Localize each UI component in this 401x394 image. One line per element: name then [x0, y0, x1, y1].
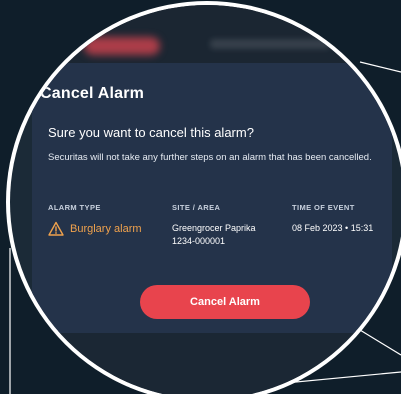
cancel-alarm-dialog: Cancel Alarm Sure you want to cancel thi…	[32, 63, 392, 333]
screenshot-stage: Cancel Alarm Sure you want to cancel thi…	[0, 0, 401, 394]
cancellation-note: Securitas will not take any further step…	[48, 152, 372, 163]
site-area-header: SITE / AREA	[172, 203, 221, 212]
magnifier-lens: Cancel Alarm Sure you want to cancel thi…	[10, 5, 401, 394]
alarm-type-label: Burglary alarm	[70, 223, 142, 235]
blurred-header-text	[210, 39, 330, 49]
blurred-footer	[10, 331, 401, 394]
alarm-details: ALARM TYPE Burglary alarm SITE / AREA Gr…	[48, 203, 378, 273]
blurred-red-element	[84, 37, 160, 55]
alarm-type-header: ALARM TYPE	[48, 203, 101, 212]
alarm-type-value: Burglary alarm	[48, 221, 168, 237]
confirmation-question: Sure you want to cancel this alarm?	[48, 125, 254, 140]
alarm-type-column: ALARM TYPE Burglary alarm	[48, 203, 168, 237]
warning-triangle-icon	[48, 221, 64, 237]
dialog-title: Cancel Alarm	[40, 85, 145, 102]
event-time: 08 Feb 2023 • 15:31	[292, 223, 374, 233]
time-of-event-column: TIME OF EVENT 08 Feb 2023 • 15:31	[292, 203, 401, 235]
site-name: Greengrocer Paprika	[172, 223, 256, 233]
site-area-column: SITE / AREA Greengrocer Paprika 1234-000…	[172, 203, 292, 248]
site-id: 1234-000001	[172, 236, 226, 246]
time-of-event-header: TIME OF EVENT	[292, 203, 355, 212]
cancel-alarm-button[interactable]: Cancel Alarm	[140, 285, 310, 319]
